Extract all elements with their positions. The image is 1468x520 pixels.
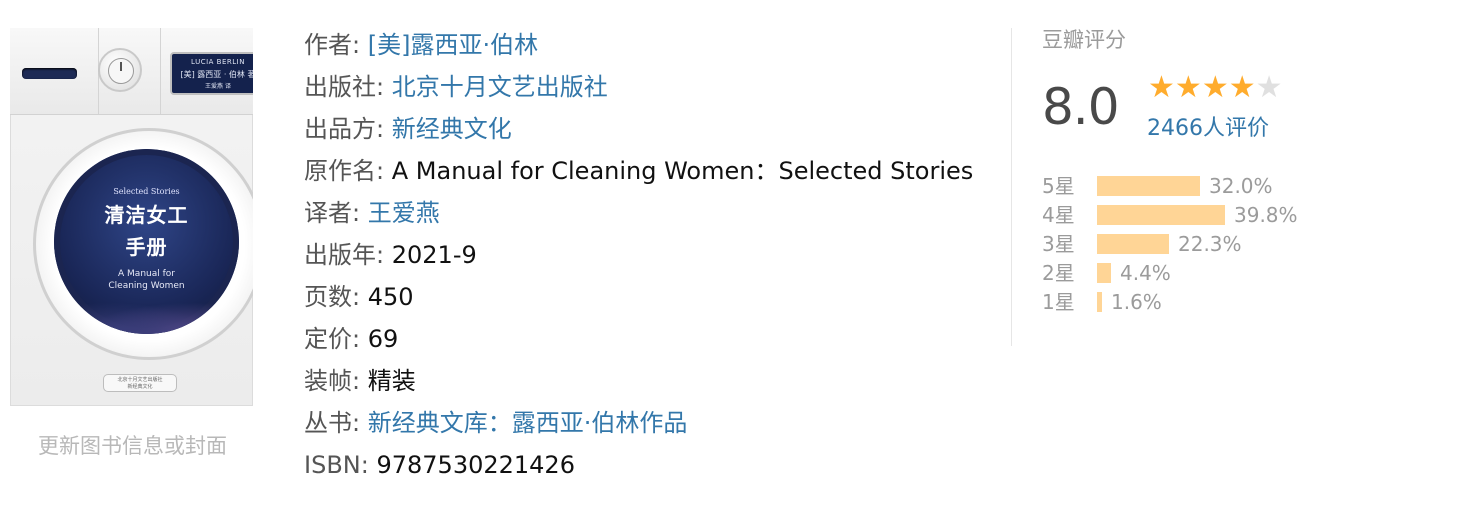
info-row-isbn: ISBN: 9787530221426 xyxy=(304,444,973,486)
rating-row-label: 1星 xyxy=(1042,290,1075,314)
year-label: 出版年: xyxy=(304,241,385,269)
rating-row-percent: 32.0% xyxy=(1209,174,1273,198)
rating-bar xyxy=(1097,176,1200,196)
cover-producer-small: 新经典文化 xyxy=(127,384,153,390)
isbn-value: 9787530221426 xyxy=(376,451,575,479)
rating-row-percent: 1.6% xyxy=(1111,290,1162,314)
star-filled-icon: ★ xyxy=(1201,70,1229,105)
rating-row: 3星 22.3% xyxy=(1042,230,1342,259)
original-title-label: 原作名: xyxy=(304,157,385,185)
cover-subtitle-line2: Cleaning Women xyxy=(108,281,185,291)
cover-window: Selected Stories 清洁女工 手册 A Manual for Cl… xyxy=(54,149,239,334)
cover-panel-divider xyxy=(160,28,161,114)
rating-bar xyxy=(1097,263,1111,283)
producer-label: 出品方: xyxy=(304,115,385,143)
publisher-label: 出版社: xyxy=(304,73,385,101)
rating-row: 2星 4.4% xyxy=(1042,259,1342,288)
publisher-link[interactable]: 北京十月文艺出版社 xyxy=(392,73,608,101)
rating-row: 4星 39.8% xyxy=(1042,201,1342,230)
binding-label: 装帧: xyxy=(304,367,361,395)
translator-label: 译者: xyxy=(304,199,361,227)
price-label: 定价: xyxy=(304,325,361,353)
cover-bottom-panel: 北京十月文艺出版社 新经典文化 xyxy=(103,374,177,392)
rating-score: 8.0 xyxy=(1042,78,1120,136)
rating-label: 豆瓣评分 xyxy=(1042,28,1126,52)
translator-link[interactable]: 王爱燕 xyxy=(368,199,440,227)
info-row-producer: 出品方: 新经典文化 xyxy=(304,108,973,150)
rating-distribution: 5星 32.0% 4星 39.8% 3星 22.3% 2星 4.4% 1星 1.6% xyxy=(1042,172,1342,317)
cover-subtitle-line1: A Manual for xyxy=(118,269,175,279)
producer-link[interactable]: 新经典文化 xyxy=(392,115,512,143)
original-title-value: A Manual for Cleaning Women：Selected Sto… xyxy=(391,157,974,185)
rating-row-percent: 4.4% xyxy=(1120,261,1171,285)
author-label: 作者: xyxy=(304,31,361,59)
update-book-info-link[interactable]: 更新图书信息或封面 xyxy=(38,430,227,460)
book-cover[interactable]: LUCIA BERLIN [美] 露西亚 · 伯林 著 王爱燕 译 Select… xyxy=(10,28,253,406)
rating-bar xyxy=(1097,234,1169,254)
cover-author-en: LUCIA BERLIN xyxy=(191,58,245,66)
star-filled-icon: ★ xyxy=(1228,70,1256,105)
cover-porthole: Selected Stories 清洁女工 手册 A Manual for Cl… xyxy=(33,128,253,360)
pages-value: 450 xyxy=(367,283,414,311)
info-row-translator: 译者: 王爱燕 xyxy=(304,192,973,234)
series-link[interactable]: 新经典文库：露西亚·伯林作品 xyxy=(368,409,688,437)
rating-row-label: 3星 xyxy=(1042,232,1075,256)
cover-publisher-small: 北京十月文艺出版社 xyxy=(117,377,163,383)
info-row-pages: 页数: 450 xyxy=(304,276,973,318)
cover-author-cn: [美] 露西亚 · 伯林 著 xyxy=(180,70,253,79)
rating-row: 1星 1.6% xyxy=(1042,288,1342,317)
rating-bar xyxy=(1097,292,1102,312)
cover-title-line2: 手册 xyxy=(125,235,168,259)
price-value: 69 xyxy=(367,325,399,353)
info-row-binding: 装帧: 精装 xyxy=(304,360,973,402)
book-info-list: 作者: [美]露西亚·伯林 出版社: 北京十月文艺出版社 出品方: 新经典文化 … xyxy=(304,24,973,486)
pages-label: 页数: xyxy=(304,283,361,311)
year-value: 2021-9 xyxy=(391,241,477,269)
info-row-year: 出版年: 2021-9 xyxy=(304,234,973,276)
info-row-series: 丛书: 新经典文库：露西亚·伯林作品 xyxy=(304,402,973,444)
cover-top-panel: LUCIA BERLIN [美] 露西亚 · 伯林 著 王爱燕 译 xyxy=(10,28,253,115)
cover-seaweed-illustration xyxy=(54,294,239,334)
info-row-publisher: 出版社: 北京十月文艺出版社 xyxy=(304,66,973,108)
rating-row-label: 4星 xyxy=(1042,203,1075,227)
rating-row-label: 5星 xyxy=(1042,174,1075,198)
rating-row: 5星 32.0% xyxy=(1042,172,1342,201)
cover-dial xyxy=(98,48,142,92)
cover-translator: 王爱燕 译 xyxy=(205,83,231,90)
info-row-author: 作者: [美]露西亚·伯林 xyxy=(304,24,973,66)
rating-stars: ★★★★★ xyxy=(1148,70,1283,105)
info-row-original-title: 原作名: A Manual for Cleaning Women：Selecte… xyxy=(304,150,973,192)
rating-row-percent: 39.8% xyxy=(1234,203,1298,227)
rating-panel: 豆瓣评分 8.0 ★★★★★ 2466人评价 5星 32.0% 4星 39.8% 3星 2… xyxy=(1042,24,1298,314)
rating-row-label: 2星 xyxy=(1042,261,1075,285)
cover-detergent-slot xyxy=(22,68,77,79)
rating-row-percent: 22.3% xyxy=(1178,232,1242,256)
rating-bar xyxy=(1097,205,1225,225)
binding-value: 精装 xyxy=(367,367,416,395)
star-empty-icon: ★ xyxy=(1255,70,1283,105)
rating-divider xyxy=(1011,28,1012,346)
cover-title-line1: 清洁女工 xyxy=(104,203,189,227)
info-row-price: 定价: 69 xyxy=(304,318,973,360)
cover-display-screen: LUCIA BERLIN [美] 露西亚 · 伯林 著 王爱燕 译 xyxy=(170,52,253,95)
star-filled-icon: ★ xyxy=(1174,70,1202,105)
isbn-label: ISBN: xyxy=(304,451,369,479)
series-label: 丛书: xyxy=(304,409,361,437)
cover-selected-stories: Selected Stories xyxy=(113,187,180,196)
author-link[interactable]: [美]露西亚·伯林 xyxy=(368,31,538,59)
votes-link[interactable]: 2466人评价 xyxy=(1147,110,1269,142)
star-filled-icon: ★ xyxy=(1148,70,1175,105)
